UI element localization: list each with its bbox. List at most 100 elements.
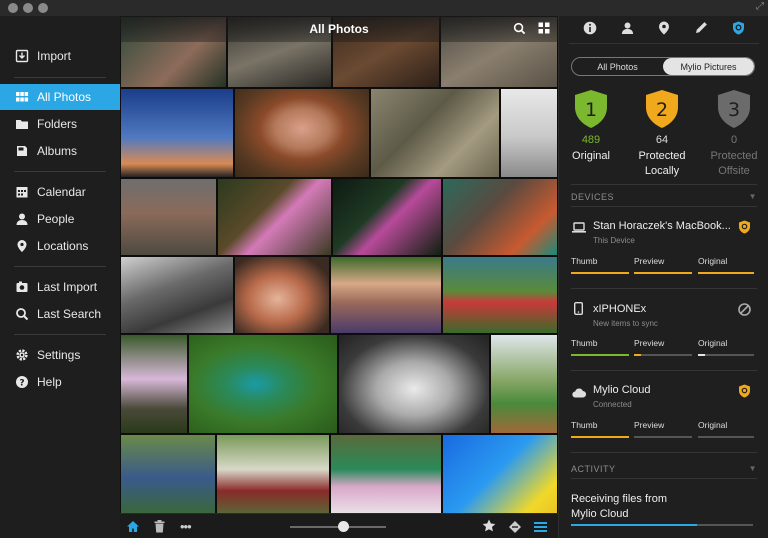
photo-thumbnail[interactable] xyxy=(120,334,188,434)
photo-thumbnail[interactable] xyxy=(490,334,558,434)
photo-thumbnail[interactable] xyxy=(234,88,370,178)
home-icon[interactable] xyxy=(126,520,140,538)
protection-level-2-badge: 2 xyxy=(643,89,681,134)
info-panel-toggle-icon[interactable] xyxy=(534,520,547,538)
location-pin-icon xyxy=(15,239,29,253)
chevron-down-icon: ▼ xyxy=(748,464,757,473)
photo-thumbnail[interactable] xyxy=(188,334,338,434)
preview-column-label: Preview xyxy=(634,338,665,348)
photo-thumbnail[interactable] xyxy=(120,256,234,334)
svg-text:1: 1 xyxy=(585,99,597,121)
grid-view-icon[interactable] xyxy=(538,22,550,38)
search-icon[interactable] xyxy=(513,22,526,38)
photo-thumbnail[interactable] xyxy=(120,178,217,256)
preview-column-label: Preview xyxy=(634,420,665,430)
tab-mylio-pictures[interactable]: Mylio Pictures xyxy=(663,58,754,75)
info-panel: All Photos Mylio Pictures 1 2 3 489 64 0… xyxy=(558,16,768,538)
photo-thumbnail[interactable] xyxy=(217,178,332,256)
photo-thumbnail[interactable] xyxy=(332,178,442,256)
photo-thumbnail[interactable] xyxy=(370,88,500,178)
sidebar-item-import[interactable]: Import xyxy=(0,43,120,69)
protection-level-3-badge: 3 xyxy=(715,89,753,134)
folder-icon xyxy=(15,117,29,131)
sidebar-item-label: Import xyxy=(37,49,72,63)
location-pin-icon[interactable] xyxy=(658,21,670,40)
svg-text:3: 3 xyxy=(728,99,740,121)
import-icon xyxy=(15,49,29,63)
activity-progress-fill xyxy=(571,524,697,526)
devices-section-header[interactable]: DEVICES ▼ xyxy=(571,192,757,202)
laptop-icon xyxy=(572,221,586,235)
thumb-sync-bar xyxy=(571,436,629,438)
sidebar-item-last-import[interactable]: Last Import xyxy=(0,274,120,300)
chevron-down-icon: ▼ xyxy=(748,192,757,201)
photo-thumbnail[interactable] xyxy=(330,256,442,334)
sidebar-item-last-search[interactable]: Last Search xyxy=(0,301,120,327)
sidebar-divider xyxy=(14,77,106,78)
svg-text:2: 2 xyxy=(656,99,668,121)
star-icon[interactable] xyxy=(482,519,496,537)
sync-bar-fill xyxy=(571,436,629,438)
original-sync-bar xyxy=(698,272,754,274)
page-title: All Photos xyxy=(309,22,369,36)
device-status: New items to sync xyxy=(593,319,658,328)
tab-all-photos[interactable]: All Photos xyxy=(572,58,663,75)
thumb-column-label: Thumb xyxy=(571,256,598,266)
sidebar-item-albums[interactable]: Albums xyxy=(0,138,120,164)
person-icon[interactable] xyxy=(621,21,634,40)
protected-offsite-count: 0 xyxy=(730,134,738,146)
photo-thumbnail[interactable] xyxy=(500,88,558,178)
preview-sync-bar xyxy=(634,272,692,274)
no-sync-icon xyxy=(738,303,752,317)
trash-icon[interactable] xyxy=(154,520,165,538)
photo-thumbnail[interactable] xyxy=(234,256,330,334)
panel-divider xyxy=(571,288,757,289)
sync-bar-fill xyxy=(634,354,641,356)
close-window-button[interactable] xyxy=(8,3,18,13)
original-sync-bar xyxy=(698,436,754,438)
photo-thumbnail[interactable] xyxy=(330,434,442,522)
edit-pencil-icon[interactable] xyxy=(695,21,708,39)
photo-thumbnail[interactable] xyxy=(442,434,558,522)
photo-thumbnail[interactable] xyxy=(216,434,330,522)
grid-header: All Photos xyxy=(120,16,558,42)
sidebar-item-label: Albums xyxy=(37,144,78,158)
sidebar-item-people[interactable]: People xyxy=(0,206,120,232)
sidebar-item-label: Settings xyxy=(37,348,81,362)
thumb-column-label: Thumb xyxy=(571,420,598,430)
panel-divider xyxy=(571,452,757,453)
original-column-label: Original xyxy=(698,338,728,348)
protection-shield-icon[interactable] xyxy=(732,21,745,40)
minimize-window-button[interactable] xyxy=(23,3,33,13)
zoom-slider-handle[interactable] xyxy=(338,521,349,532)
protected-locally-label: Protected Locally xyxy=(638,150,686,177)
original-sync-bar xyxy=(698,354,754,356)
activity-section-header[interactable]: ACTIVITY ▼ xyxy=(571,464,757,474)
sidebar-item-help[interactable]: ? Help xyxy=(0,369,120,395)
photo-thumbnail[interactable] xyxy=(442,256,558,334)
thumb-sync-bar xyxy=(571,272,629,274)
share-icon[interactable] xyxy=(508,520,522,538)
photo-thumbnail[interactable] xyxy=(120,434,216,522)
photo-thumbnail[interactable] xyxy=(120,88,234,178)
sync-bar-fill xyxy=(698,272,754,274)
sidebar-item-settings[interactable]: Settings xyxy=(0,342,120,368)
device-status: This Device xyxy=(593,236,635,245)
sidebar-item-folders[interactable]: Folders xyxy=(0,111,120,137)
sidebar-item-label: Last Import xyxy=(37,280,98,294)
sync-bar-fill xyxy=(571,354,629,356)
fullscreen-icon[interactable]: ⤢ xyxy=(756,1,764,12)
more-options-icon[interactable]: ••• xyxy=(180,519,192,534)
photo-thumbnail[interactable] xyxy=(442,178,558,256)
sidebar-item-label: All Photos xyxy=(37,90,92,104)
sync-bar-fill xyxy=(698,354,705,356)
sidebar-item-calendar[interactable]: Calendar xyxy=(0,179,120,205)
info-icon[interactable] xyxy=(583,21,597,40)
sidebar-divider xyxy=(14,334,106,335)
photo-thumbnail[interactable] xyxy=(338,334,490,434)
sidebar-divider xyxy=(14,266,106,267)
sidebar-item-all-photos[interactable]: All Photos xyxy=(0,84,120,110)
zoom-window-button[interactable] xyxy=(38,3,48,13)
panel-divider xyxy=(571,478,757,479)
sidebar-item-locations[interactable]: Locations xyxy=(0,233,120,259)
